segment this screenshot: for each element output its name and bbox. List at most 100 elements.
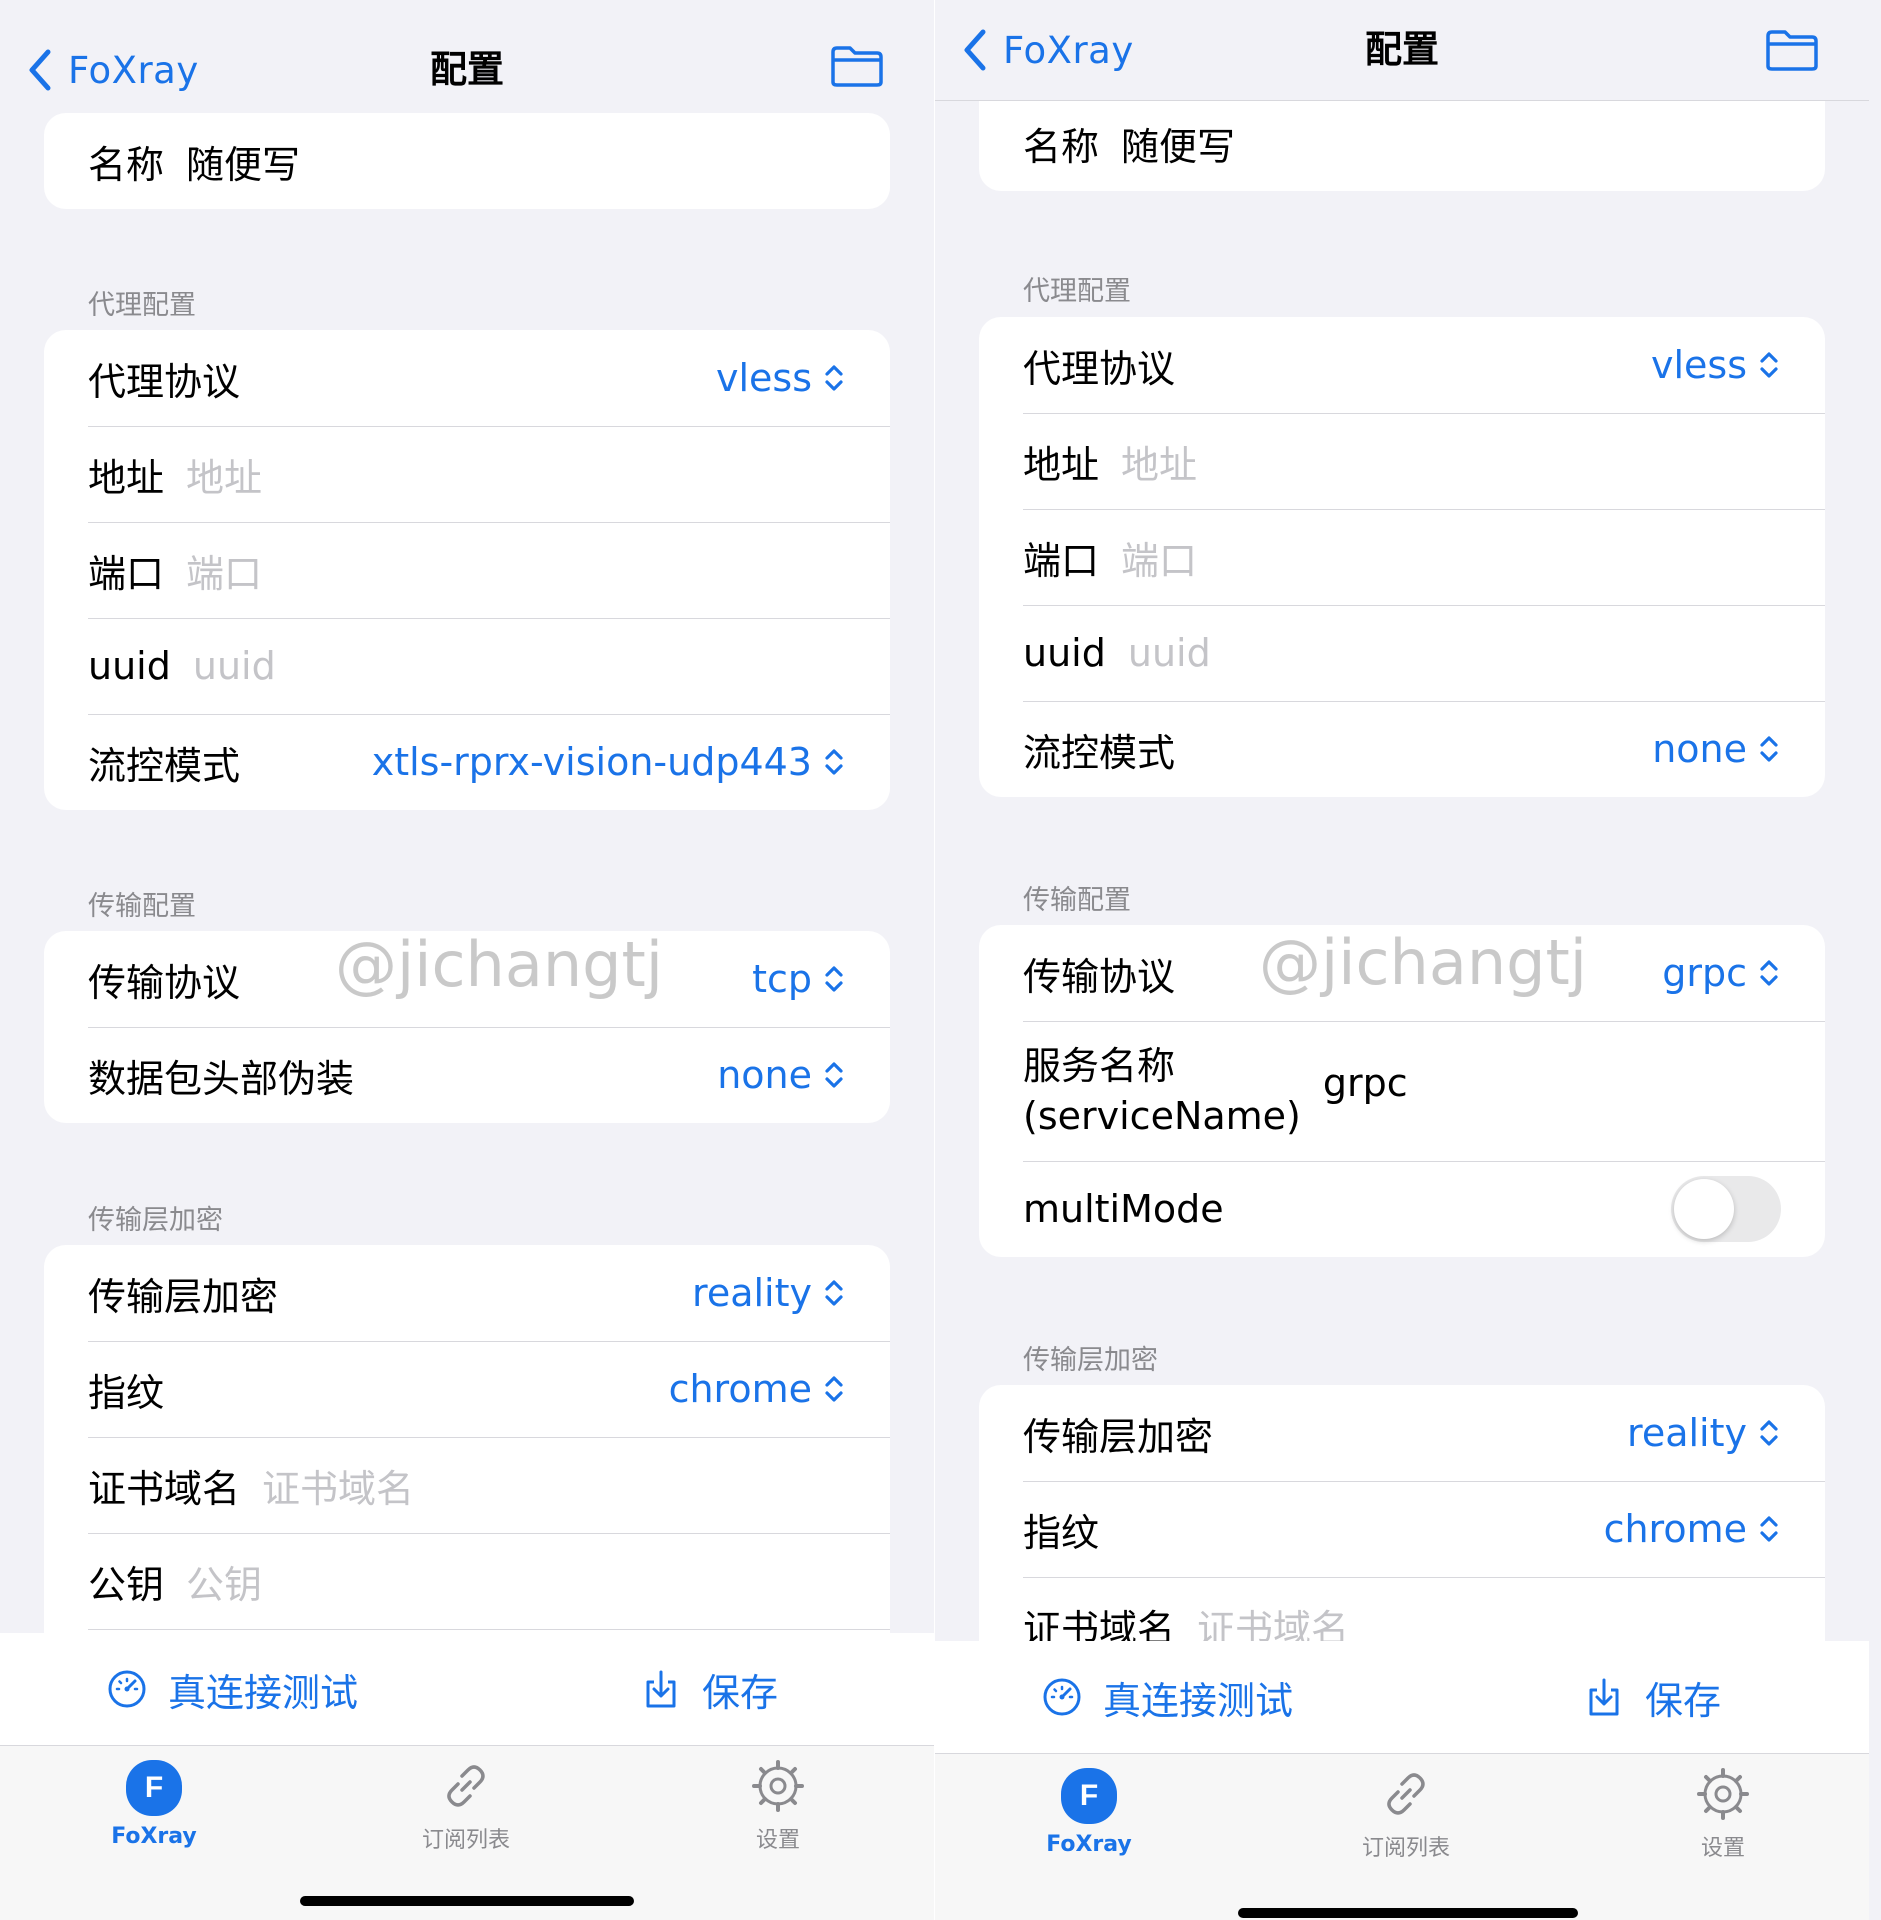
multimode-row: multiMode [979,1161,1825,1257]
uuid-input[interactable]: uuid [193,644,276,688]
name-value[interactable]: 随便写 [186,134,300,189]
address-row[interactable]: 地址 地址 [979,413,1825,509]
port-input[interactable]: 端口 [1121,530,1197,585]
gear-icon [752,1760,804,1812]
chevron-up-down-icon [1760,736,1778,762]
public-key-row[interactable]: 公钥 公钥 [44,1533,890,1629]
proxy-protocol-picker[interactable]: vless [1651,343,1781,387]
header-type-label: 数据包头部伪装 [88,1056,355,1101]
multimode-toggle[interactable] [1671,1176,1781,1242]
uuid-row[interactable]: uuid uuid [979,605,1825,701]
sni-input[interactable]: 证书域名 [262,1458,414,1513]
folder-icon[interactable] [1765,28,1819,72]
port-input[interactable]: 端口 [186,543,262,598]
section-title-transport: 传输配置 [1023,885,1131,916]
download-icon [646,1670,676,1708]
right-screen: FoXray 配置 名称 随便写 代理配置 代理协议 vless 地址 地址 端… [935,0,1869,1920]
screens: FoXray 配置 名称 随便写 代理配置 代理协议 vless 地址 地址 端… [0,0,1881,1920]
address-row[interactable]: 地址 地址 [44,426,890,522]
header-type-row[interactable]: 数据包头部伪装 none [44,1027,890,1123]
fingerprint-picker[interactable]: chrome [669,1367,846,1411]
transport-protocol-picker[interactable]: grpc [1662,951,1781,995]
proxy-protocol-row[interactable]: 代理协议 vless [44,330,890,426]
fingerprint-row[interactable]: 指纹 chrome [979,1481,1825,1577]
page-title: 配置 [1365,28,1439,71]
security-picker[interactable]: reality [1627,1411,1781,1455]
tab-bar: F FoXray 订阅列表 设置 [935,1754,1869,1920]
tab-subscriptions[interactable]: 订阅列表 [366,1746,566,1866]
proxy-card: 代理协议 vless 地址 地址 端口 端口 uuid uuid 流控模式 [979,317,1825,797]
fingerprint-picker[interactable]: chrome [1604,1507,1781,1551]
tab-foxray[interactable]: F FoXray [54,1746,254,1866]
transport-protocol-row[interactable]: 传输协议 tcp [44,931,890,1027]
section-title-tls: 传输层加密 [1023,1345,1158,1376]
navigation-bar: FoXray 配置 [0,14,934,114]
tab-settings-label: 设置 [755,1828,800,1853]
proxy-protocol-picker[interactable]: vless [716,356,846,400]
tab-subscriptions[interactable]: 订阅列表 [1306,1754,1506,1874]
uuid-label: uuid [1023,631,1106,675]
folder-icon[interactable] [830,44,884,88]
flow-row[interactable]: 流控模式 xtls-rprx-vision-udp443 [44,714,890,810]
fingerprint-value: chrome [668,1367,812,1411]
save-label: 保存 [702,1670,779,1715]
foxray-logo-icon: F [126,1760,182,1816]
name-label: 名称 [1023,125,1100,169]
tab-settings[interactable]: 设置 [678,1746,878,1866]
page-title: 配置 [430,48,504,91]
section-title-transport: 传输配置 [88,891,196,922]
flow-picker[interactable]: none [1652,727,1781,771]
transport-protocol-label: 传输协议 [1023,954,1176,999]
service-name-input[interactable]: grpc [1323,1061,1408,1105]
name-row[interactable]: 名称 随便写 [979,96,1825,191]
download-icon [1589,1678,1619,1716]
save-button[interactable]: 保存 [1583,1641,1721,1753]
tab-settings[interactable]: 设置 [1623,1754,1823,1874]
navigation-bar: FoXray 配置 [935,0,1869,101]
chevron-up-down-icon [1760,1516,1778,1542]
tab-subscriptions-label: 订阅列表 [1361,1836,1450,1861]
security-row[interactable]: 传输层加密 reality [979,1385,1825,1481]
action-bar: 真连接测试 保存 [935,1641,1869,1754]
tab-foxray[interactable]: F FoXray [989,1754,1189,1874]
transport-protocol-row[interactable]: 传输协议 grpc [979,925,1825,1021]
fingerprint-value: chrome [1603,1507,1747,1551]
proxy-protocol-value: vless [1650,343,1747,387]
fingerprint-label: 指纹 [1023,1510,1100,1555]
name-value[interactable]: 随便写 [1121,116,1235,171]
name-row[interactable]: 名称 随便写 [44,113,890,209]
uuid-input[interactable]: uuid [1128,631,1211,675]
real-connection-test-button[interactable]: 真连接测试 [106,1633,358,1745]
address-input[interactable]: 地址 [186,447,262,502]
address-input[interactable]: 地址 [1121,434,1197,489]
public-key-input[interactable]: 公钥 [186,1554,262,1609]
port-row[interactable]: 端口 端口 [44,522,890,618]
home-indicator[interactable] [1238,1908,1578,1918]
service-name-row[interactable]: 服务名称 (serviceName) grpc [979,1021,1825,1161]
save-button[interactable]: 保存 [640,1633,778,1745]
proxy-protocol-row[interactable]: 代理协议 vless [979,317,1825,413]
sni-row[interactable]: 证书域名 证书域名 [44,1437,890,1533]
name-card: 名称 随便写 [44,113,890,209]
fingerprint-label: 指纹 [88,1370,165,1415]
transport-protocol-value: grpc [1662,951,1747,995]
security-value: reality [1627,1411,1747,1455]
multimode-label: multiMode [1023,1187,1224,1231]
link-icon [447,1765,485,1807]
flow-picker[interactable]: xtls-rprx-vision-udp443 [372,740,846,784]
real-connection-test-button[interactable]: 真连接测试 [1041,1641,1293,1753]
security-row[interactable]: 传输层加密 reality [44,1245,890,1341]
header-type-picker[interactable]: none [717,1053,846,1097]
home-indicator[interactable] [300,1896,634,1906]
flow-label: 流控模式 [88,743,241,788]
transport-protocol-picker[interactable]: tcp [752,957,846,1001]
chevron-up-down-icon [825,1280,843,1306]
security-picker[interactable]: reality [692,1271,846,1315]
transport-card: 传输协议 grpc 服务名称 (serviceName) grpc multiM… [979,925,1825,1257]
port-row[interactable]: 端口 端口 [979,509,1825,605]
flow-row[interactable]: 流控模式 none [979,701,1825,797]
service-name-label-line2: (serviceName) [1023,1094,1301,1138]
flow-label: 流控模式 [1023,730,1176,775]
fingerprint-row[interactable]: 指纹 chrome [44,1341,890,1437]
uuid-row[interactable]: uuid uuid [44,618,890,714]
